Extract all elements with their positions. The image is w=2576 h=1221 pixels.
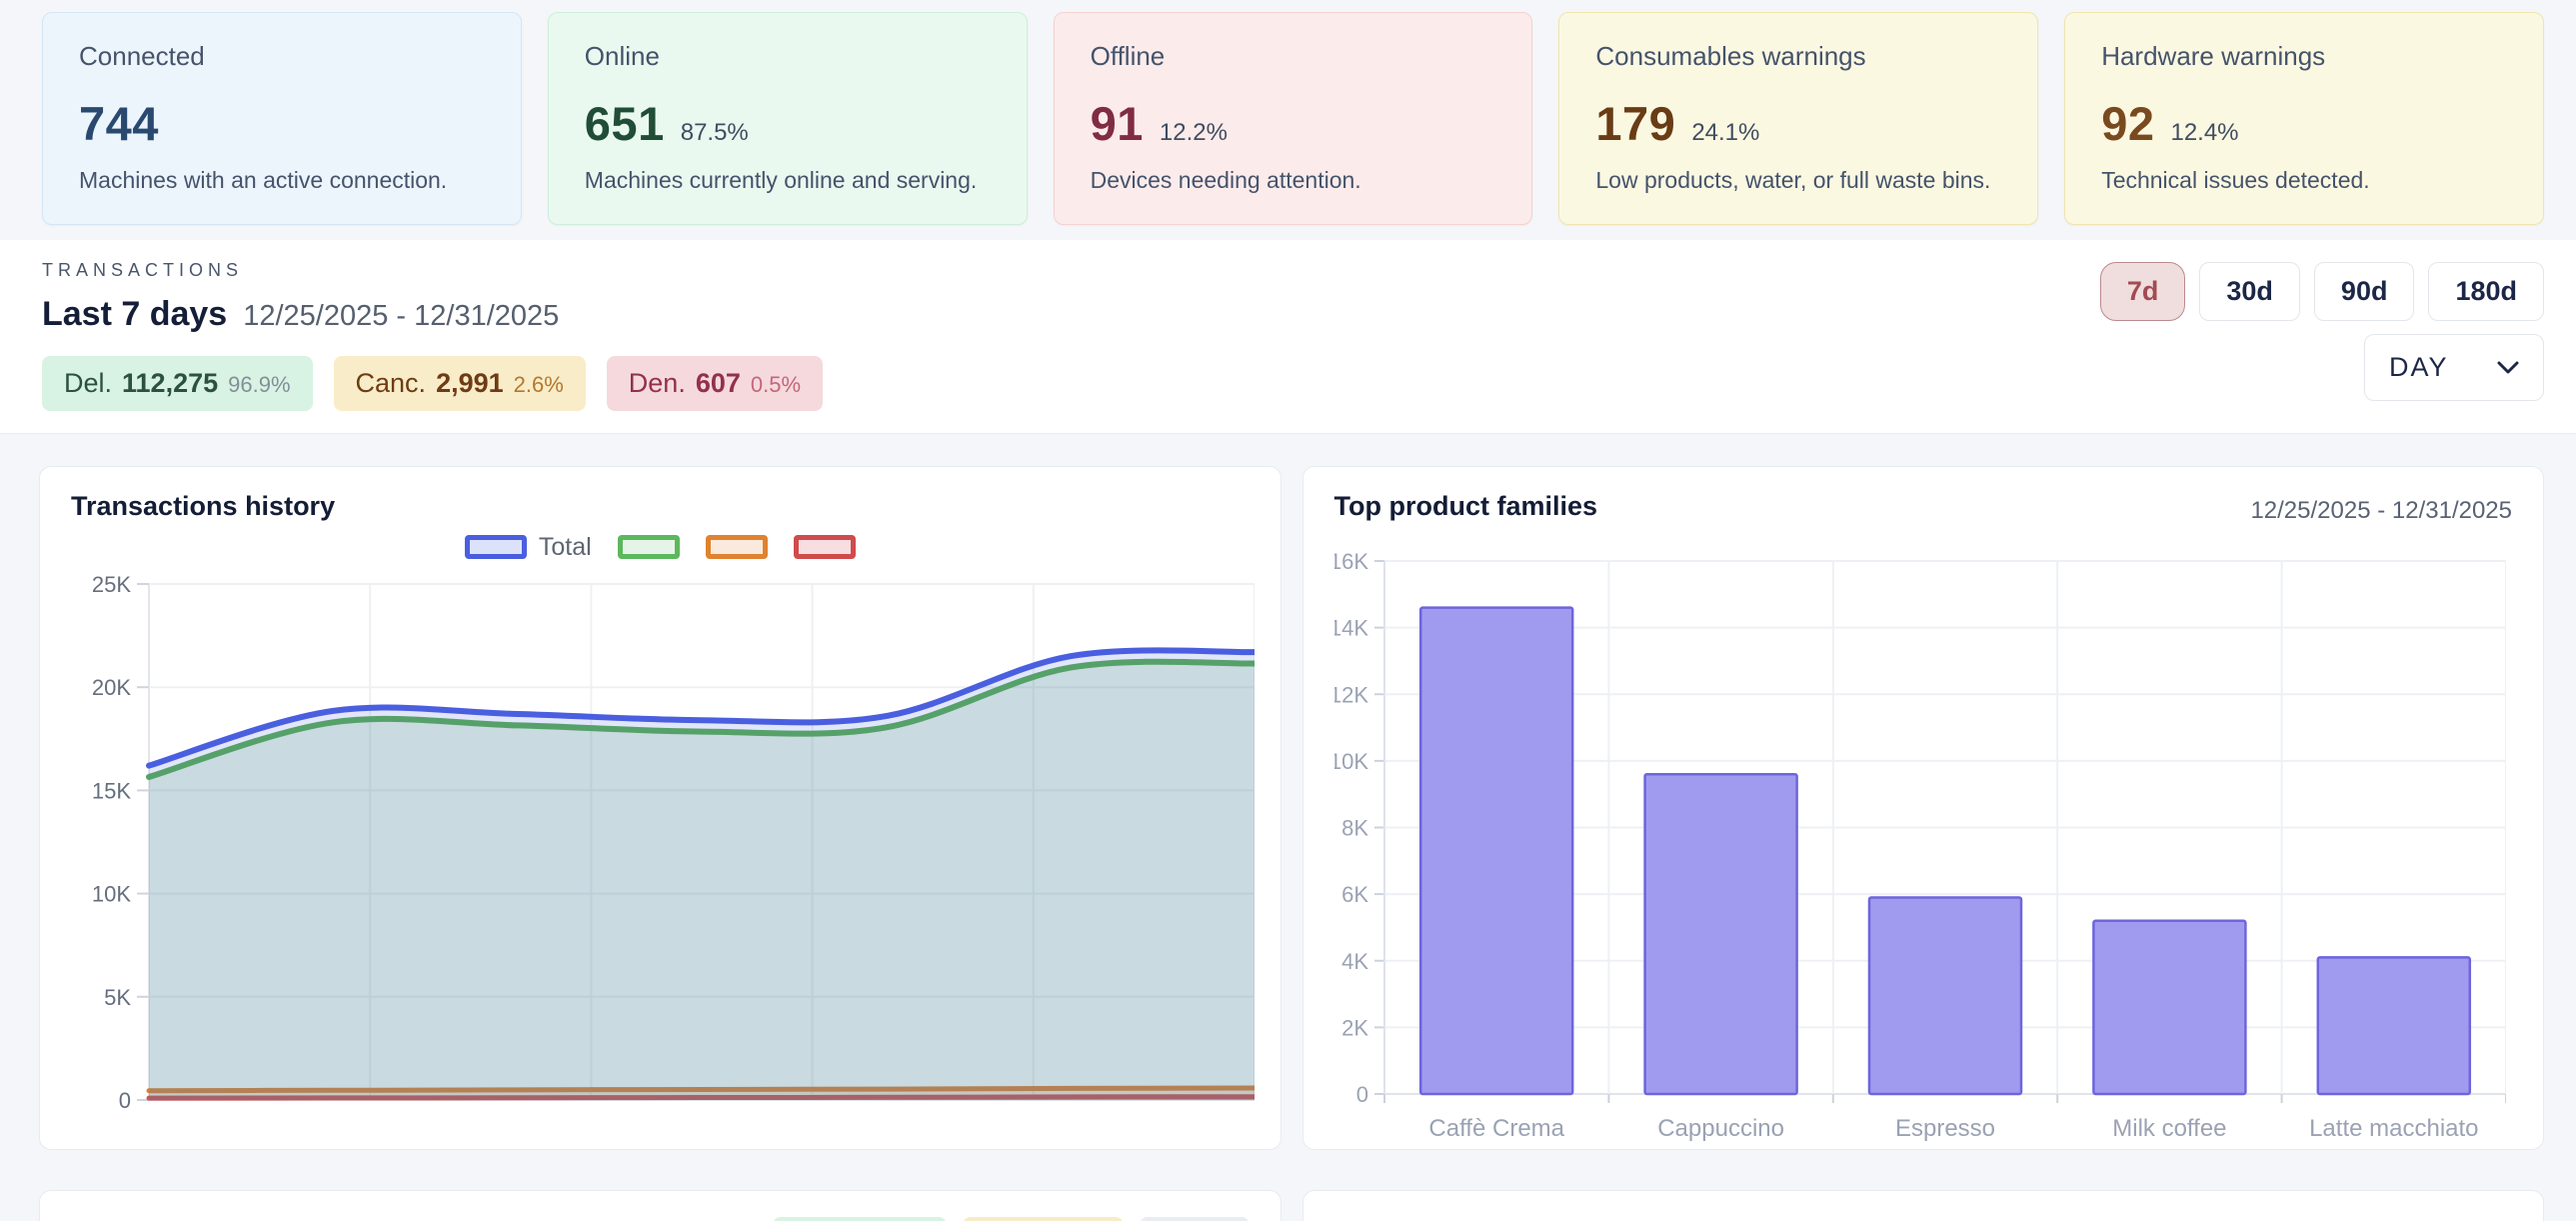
svg-text:5K: 5K (104, 985, 131, 1010)
offline-card[interactable]: Offline 91 12.2% Devices needing attenti… (1054, 12, 1533, 225)
stat-title: Consumables warnings (1595, 41, 2001, 72)
legend-item-green[interactable] (618, 535, 680, 559)
svg-text:14K: 14K (1334, 616, 1368, 641)
stat-percent: 12.4% (2170, 119, 2238, 147)
badge-label: Den. (629, 368, 686, 399)
denied-badge: Den. 607 0.5% (607, 356, 823, 411)
svg-text:0: 0 (1355, 1082, 1367, 1107)
chevron-down-icon (2497, 361, 2519, 375)
badge-label: Del. (64, 368, 112, 399)
svg-text:Milk coffee: Milk coffee (2112, 1115, 2226, 1142)
range-button-30d[interactable]: 30d (2199, 262, 2300, 321)
svg-text:Espresso: Espresso (1894, 1115, 1994, 1142)
total-badge: Total 0 (1140, 1217, 1249, 1221)
range-button-group: 7d 30d 90d 180d (2100, 262, 2544, 321)
badge-value: 2,991 (436, 368, 504, 399)
stat-value: 91 (1091, 96, 1144, 151)
panel-title: Worst product families (1334, 1217, 1626, 1221)
chart-legend: Total (71, 526, 1250, 568)
worst-product-families-panel: Worst product families 12/25/2025 - 12/3… (1302, 1190, 2545, 1221)
legend-item-orange[interactable] (706, 535, 768, 559)
period-totals: Period totals: Connected 0 Removed 0 Tot… (611, 1217, 1250, 1221)
svg-text:6K: 6K (1341, 882, 1368, 907)
stat-description: Machines with an active connection. (79, 167, 485, 194)
charts-row: Transactions history Total 0 5K 10K 15K 20K 2… (39, 466, 2544, 1150)
stat-value: 92 (2101, 96, 2154, 151)
transactions-section: TRANSACTIONS Last 7 days 12/25/2025 - 12… (0, 240, 2576, 434)
transactions-badges: Del. 112,275 96.9% Canc. 2,991 2.6% Den.… (42, 356, 823, 411)
legend-swatch-blue (465, 535, 527, 559)
transactions-history-chart: 0 5K 10K 15K 20K 25K (71, 570, 1250, 1127)
legend-swatch-red (794, 535, 856, 559)
stat-title: Hardware warnings (2101, 41, 2507, 72)
cancelled-badge: Canc. 2,991 2.6% (334, 356, 586, 411)
stats-row: Connected 744 Machines with an active co… (0, 0, 2576, 225)
stat-description: Devices needing attention. (1091, 167, 1496, 194)
svg-text:Latte macchiato: Latte macchiato (2309, 1115, 2478, 1142)
panel-date-range: 12/25/2025 - 12/31/2025 (2250, 497, 2512, 525)
range-button-7d[interactable]: 7d (2100, 262, 2186, 321)
svg-text:12K: 12K (1334, 682, 1368, 707)
legend-label: Total (539, 533, 592, 562)
svg-text:Caffè Crema: Caffè Crema (1428, 1115, 1564, 1142)
badge-percent: 2.6% (514, 372, 564, 398)
removed-total-badge: Removed 0 (963, 1217, 1124, 1221)
legend-item-red[interactable] (794, 535, 856, 559)
stat-description: Technical issues detected. (2101, 167, 2507, 194)
stat-title: Connected (79, 41, 485, 72)
badge-value: 607 (696, 368, 741, 399)
svg-text:4K: 4K (1341, 949, 1368, 974)
stat-percent: 87.5% (681, 119, 749, 147)
badge-percent: 96.9% (228, 372, 290, 398)
consumables-warnings-card[interactable]: Consumables warnings 179 24.1% Low produ… (1558, 12, 2038, 225)
stat-description: Low products, water, or full waste bins. (1595, 167, 2001, 194)
top-product-families-panel: Top product families 12/25/2025 - 12/31/… (1302, 466, 2545, 1150)
connected-card[interactable]: Connected 744 Machines with an active co… (42, 12, 522, 225)
legend-swatch-green (618, 535, 680, 559)
svg-text:16K: 16K (1334, 551, 1368, 574)
interval-select[interactable]: DAY (2364, 334, 2544, 401)
svg-text:Cappuccino: Cappuccino (1657, 1115, 1784, 1142)
hardware-warnings-card[interactable]: Hardware warnings 92 12.4% Technical iss… (2064, 12, 2544, 225)
stat-percent: 12.2% (1160, 119, 1228, 147)
stat-description: Machines currently online and serving. (585, 167, 991, 194)
svg-text:0: 0 (119, 1088, 131, 1113)
delivered-badge: Del. 112,275 96.9% (42, 356, 313, 411)
stat-percent: 24.1% (1691, 119, 1759, 147)
svg-text:15K: 15K (92, 778, 131, 803)
svg-text:8K: 8K (1341, 816, 1368, 841)
svg-text:2K: 2K (1341, 1015, 1368, 1040)
panel-title: Transactions history (71, 491, 335, 522)
badge-percent: 0.5% (751, 372, 801, 398)
top-product-families-chart: 0 2K 4K 6K 8K 10K 12K 14K 16K Caffè Crema Cappucci… (1334, 551, 2513, 1150)
range-button-90d[interactable]: 90d (2314, 262, 2415, 321)
stat-title: Online (585, 41, 991, 72)
stat-value: 179 (1595, 96, 1675, 151)
transactions-controls: 7d 30d 90d 180d DAY (2100, 260, 2544, 411)
bottom-row: Machine fleet history Period totals: Con… (39, 1190, 2544, 1221)
badge-value: 112,275 (122, 368, 218, 399)
period-title: Last 7 days (42, 295, 227, 334)
legend-item-total[interactable]: Total (465, 533, 592, 562)
stat-value: 744 (79, 96, 159, 151)
connected-total-badge: Connected 0 (773, 1217, 947, 1221)
badge-label: Canc. (356, 368, 427, 399)
machine-fleet-history-panel: Machine fleet history Period totals: Con… (39, 1190, 1282, 1221)
svg-text:10K: 10K (1334, 749, 1368, 774)
svg-text:25K: 25K (92, 572, 131, 597)
transactions-history-panel: Transactions history Total 0 5K 10K 15K 20K 2… (39, 466, 1282, 1150)
interval-select-value: DAY (2389, 352, 2449, 383)
svg-text:20K: 20K (92, 675, 131, 700)
transactions-summary: TRANSACTIONS Last 7 days 12/25/2025 - 12… (42, 260, 823, 411)
online-card[interactable]: Online 651 87.5% Machines currently onli… (548, 12, 1028, 225)
stat-value: 651 (585, 96, 665, 151)
period-date-range: 12/25/2025 - 12/31/2025 (243, 300, 559, 333)
section-eyebrow: TRANSACTIONS (42, 260, 823, 281)
panel-title: Top product families (1334, 491, 1598, 522)
stat-title: Offline (1091, 41, 1496, 72)
legend-swatch-orange (706, 535, 768, 559)
svg-text:10K: 10K (92, 882, 131, 907)
range-button-180d[interactable]: 180d (2428, 262, 2544, 321)
